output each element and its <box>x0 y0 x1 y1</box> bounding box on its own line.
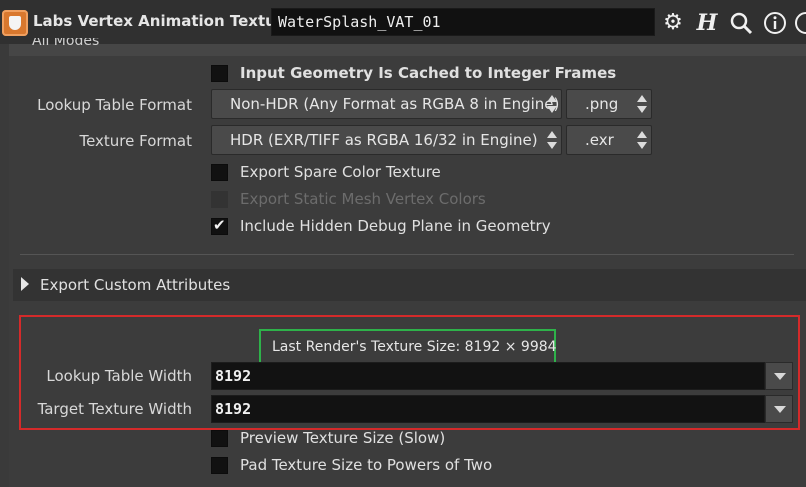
section-all-modes-label: All Modes <box>32 38 100 48</box>
node-type-label: Labs Vertex Animation Textures <box>33 12 303 30</box>
info-icon[interactable] <box>761 9 789 37</box>
select-arrows-icon <box>547 131 557 149</box>
divider <box>20 254 794 255</box>
lookup-ext-value: .png <box>585 95 619 113</box>
gear-icon[interactable]: ⚙ <box>659 9 687 37</box>
node-type-icon[interactable] <box>2 10 28 36</box>
cached-frames-label: Input Geometry Is Cached to Integer Fram… <box>240 64 617 82</box>
lookup-format-label: Lookup Table Format <box>37 96 192 114</box>
section-all-modes[interactable] <box>9 44 806 56</box>
target-width-input[interactable]: 8192 <box>211 395 765 423</box>
select-arrows-icon <box>637 95 647 113</box>
static-mesh-checkbox <box>211 191 228 208</box>
pad-pow2-checkbox[interactable] <box>211 457 228 474</box>
search-icon[interactable] <box>727 9 755 37</box>
last-render-size-label: Last Render's Texture Size: 8192 × 9984 <box>272 339 557 355</box>
texture-ext-select[interactable]: .exr <box>566 125 652 155</box>
help-icon[interactable] <box>794 9 806 37</box>
houdini-help-icon[interactable]: H <box>693 9 721 37</box>
lookup-width-label: Lookup Table Width <box>46 367 192 385</box>
folder-label[interactable]: Export Custom Attributes <box>40 276 230 294</box>
node-name-input[interactable] <box>271 8 655 36</box>
debug-plane-checkbox[interactable] <box>211 216 228 235</box>
select-arrows-icon <box>547 95 557 113</box>
preview-size-checkbox[interactable] <box>211 430 228 447</box>
lookup-ext-select[interactable]: .png <box>566 89 652 119</box>
texture-format-select[interactable]: HDR (EXR/TIFF as RGBA 16/32 in Engine) <box>211 125 562 155</box>
texture-ext-value: .exr <box>585 131 614 149</box>
spare-color-label: Export Spare Color Texture <box>240 163 441 181</box>
texture-format-label: Texture Format <box>79 132 192 150</box>
lookup-width-input[interactable]: 8192 <box>211 362 765 390</box>
select-arrows-icon <box>637 131 647 149</box>
pad-pow2-label: Pad Texture Size to Powers of Two <box>240 456 493 474</box>
debug-plane-label: Include Hidden Debug Plane in Geometry <box>240 217 551 235</box>
target-width-label: Target Texture Width <box>37 400 192 418</box>
spare-color-checkbox[interactable] <box>211 164 228 181</box>
cached-frames-checkbox[interactable] <box>211 65 228 82</box>
target-width-dropdown-icon[interactable] <box>765 395 793 423</box>
texture-format-value: HDR (EXR/TIFF as RGBA 16/32 in Engine) <box>230 131 538 149</box>
lookup-width-dropdown-icon[interactable] <box>765 362 793 390</box>
lookup-format-value: Non-HDR (Any Format as RGBA 8 in Engine) <box>230 95 560 113</box>
preview-size-label: Preview Texture Size (Slow) <box>240 429 446 447</box>
expand-triangle-icon[interactable] <box>21 277 29 291</box>
static-mesh-label: Export Static Mesh Vertex Colors <box>240 190 486 208</box>
lookup-format-select[interactable]: Non-HDR (Any Format as RGBA 8 in Engine) <box>211 89 562 119</box>
